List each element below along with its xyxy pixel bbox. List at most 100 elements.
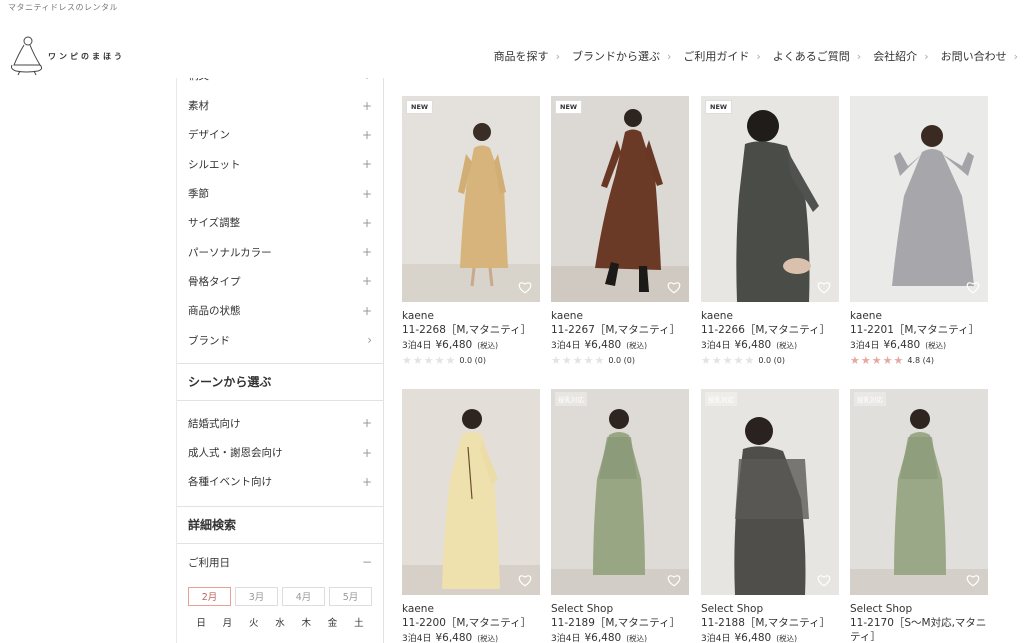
heart-icon[interactable] xyxy=(667,281,681,294)
product-image[interactable] xyxy=(850,96,988,302)
heart-icon[interactable] xyxy=(518,281,532,294)
price-amount: ¥6,480 xyxy=(883,339,921,351)
star-icon: ★ xyxy=(871,354,882,367)
product-rating: ★ ★ ★ ★ ★ 0.0 (0) xyxy=(701,355,839,366)
nav-item-guide[interactable]: ご利用ガイド › xyxy=(683,48,760,64)
scene-wedding[interactable]: 結婚式向け + xyxy=(177,409,383,438)
product-brand: kaene xyxy=(701,310,733,322)
product-brand: kaene xyxy=(402,603,434,615)
product-card[interactable]: NEW kaene 11-2267［M,マタニティ］ 3泊4日 ¥6,480 (税込… xyxy=(551,96,689,366)
product-card[interactable]: kaene 11-2200［M,マタニティ］ 3泊4日 ¥6,480 (税込) xyxy=(402,389,540,643)
product-photo xyxy=(551,409,689,595)
product-card[interactable]: 授乳対応 Select Shop 11-2188［M,マタニティ］ 3泊4日 ¥6… xyxy=(701,389,839,643)
site-logo[interactable]: ワンピのまほう xyxy=(8,34,148,78)
scene-coming-of-age[interactable]: 成人式・謝恩会向け + xyxy=(177,438,383,467)
product-image[interactable]: NEW xyxy=(551,96,689,302)
month-tab[interactable]: 5月 xyxy=(329,586,372,606)
scene-section-title: シーンから選ぶ xyxy=(188,375,272,390)
filter-label: 季節 xyxy=(188,188,209,201)
minus-icon: − xyxy=(361,555,372,570)
heart-icon[interactable] xyxy=(817,281,831,294)
plus-icon: + xyxy=(361,274,372,289)
tax-note: (税込) xyxy=(477,341,499,350)
nav-label: ブランドから選ぶ xyxy=(571,50,660,63)
price-amount: ¥6,480 xyxy=(734,339,772,351)
nursing-badge: 授乳対応 xyxy=(854,392,886,406)
star-icon: ★ xyxy=(572,354,583,367)
rental-period: 3泊4日 xyxy=(402,634,432,643)
product-code: 11-2170［S〜M対応,マタニティ］ xyxy=(850,617,987,643)
filter-body-type[interactable]: 骨格タイプ + xyxy=(177,267,383,296)
rental-period: 3泊4日 xyxy=(551,634,581,643)
product-card[interactable]: 授乳対応 Select Shop 11-2170［S〜M対応,マタニティ］ xyxy=(850,389,988,643)
product-image[interactable]: 授乳対応 xyxy=(850,389,988,595)
product-card[interactable]: NEW kaene 11-2268［M,マタニティ］ 3泊4日 ¥6,480 (税込… xyxy=(402,96,540,366)
filter-silhouette[interactable]: シルエット + xyxy=(177,150,383,179)
heart-icon[interactable] xyxy=(817,574,831,587)
product-image[interactable]: 授乳対応 xyxy=(551,389,689,595)
chevron-right-icon: › xyxy=(367,333,372,348)
heart-icon[interactable] xyxy=(518,574,532,587)
heart-icon[interactable] xyxy=(966,574,980,587)
filter-pattern[interactable]: 柄文 + xyxy=(177,78,383,91)
star-rating: ★ ★ ★ ★ ★ xyxy=(850,355,903,366)
price-amount: ¥6,480 xyxy=(584,339,622,351)
product-photo xyxy=(402,409,540,595)
product-photo xyxy=(850,409,988,595)
plus-icon: + xyxy=(361,416,372,431)
filter-material[interactable]: 素材 + xyxy=(177,91,383,120)
weekday: 日 xyxy=(196,617,206,629)
star-icon: ★ xyxy=(882,354,893,367)
nav-item-company[interactable]: 会社紹介 › xyxy=(873,48,928,64)
product-card[interactable]: NEW kaene 11-2266［M,マタニティ］ 3泊4日 ¥6,480 (税込… xyxy=(701,96,839,366)
product-price: 3泊4日 ¥6,480 (税込) xyxy=(701,632,839,643)
product-code: 11-2268［M,マタニティ］ xyxy=(402,324,532,336)
product-image[interactable]: NEW xyxy=(701,96,839,302)
chevron-right-icon: › xyxy=(1013,49,1018,63)
filter-label: 成人式・謝恩会向け xyxy=(188,447,283,460)
plus-icon: + xyxy=(361,303,372,318)
product-brand: kaene xyxy=(551,310,583,322)
tax-note: (税込) xyxy=(776,341,798,350)
nav-item-search[interactable]: 商品を探す › xyxy=(494,48,560,64)
product-image[interactable]: NEW xyxy=(402,96,540,302)
product-brand: Select Shop xyxy=(551,603,614,615)
month-tabs: 2月 3月 4月 5月 xyxy=(177,586,383,606)
nav-item-contact[interactable]: お問い合わせ › xyxy=(941,48,1018,64)
nursing-badge: 授乳対応 xyxy=(555,392,587,406)
month-tab[interactable]: 2月 xyxy=(188,586,231,606)
rating-text: 4.8 (4) xyxy=(907,356,934,365)
product-code: 11-2200［M,マタニティ］ xyxy=(402,617,532,629)
chevron-right-icon: › xyxy=(666,49,672,63)
plus-icon: + xyxy=(361,245,372,260)
heart-icon[interactable] xyxy=(667,574,681,587)
filter-brand[interactable]: ブランド › xyxy=(177,325,383,354)
nav-item-faq[interactable]: よくあるご質問 › xyxy=(773,48,861,64)
product-card[interactable]: 授乳対応 Select Shop 11-2189［M,マタニティ］ 3泊4日 ¥6… xyxy=(551,389,689,643)
usage-date-toggle[interactable]: ご利用日 − xyxy=(177,544,383,581)
product-card[interactable]: kaene 11-2201［M,マタニティ］ 3泊4日 ¥6,480 (税込) ★ ★… xyxy=(850,96,988,366)
filter-design[interactable]: デザイン + xyxy=(177,120,383,149)
star-icon: ★ xyxy=(445,354,456,367)
tax-note: (税込) xyxy=(626,634,648,643)
month-tab[interactable]: 3月 xyxy=(235,586,278,606)
product-price: 3泊4日 ¥6,480 (税込) xyxy=(701,339,839,352)
product-price: 3泊4日 ¥6,480 (税込) xyxy=(402,339,540,352)
product-image[interactable]: 授乳対応 xyxy=(701,389,839,595)
nav-item-brands[interactable]: ブランドから選ぶ › xyxy=(572,48,671,64)
filter-condition[interactable]: 商品の状態 + xyxy=(177,296,383,325)
filter-label: 結婚式向け xyxy=(188,417,241,430)
star-icon: ★ xyxy=(583,354,594,367)
star-icon: ★ xyxy=(434,354,445,367)
tax-note: (税込) xyxy=(626,341,648,350)
month-tab[interactable]: 4月 xyxy=(282,586,325,606)
product-image[interactable] xyxy=(402,389,540,595)
product-brand: kaene xyxy=(402,310,434,322)
filter-personal-color[interactable]: パーソナルカラー + xyxy=(177,237,383,266)
tax-note: (税込) xyxy=(925,341,947,350)
filter-season[interactable]: 季節 + xyxy=(177,179,383,208)
filter-size-adjust[interactable]: サイズ調整 + xyxy=(177,208,383,237)
star-icon: ★ xyxy=(711,354,722,367)
heart-icon[interactable] xyxy=(966,281,980,294)
scene-events[interactable]: 各種イベント向け + xyxy=(177,467,383,496)
